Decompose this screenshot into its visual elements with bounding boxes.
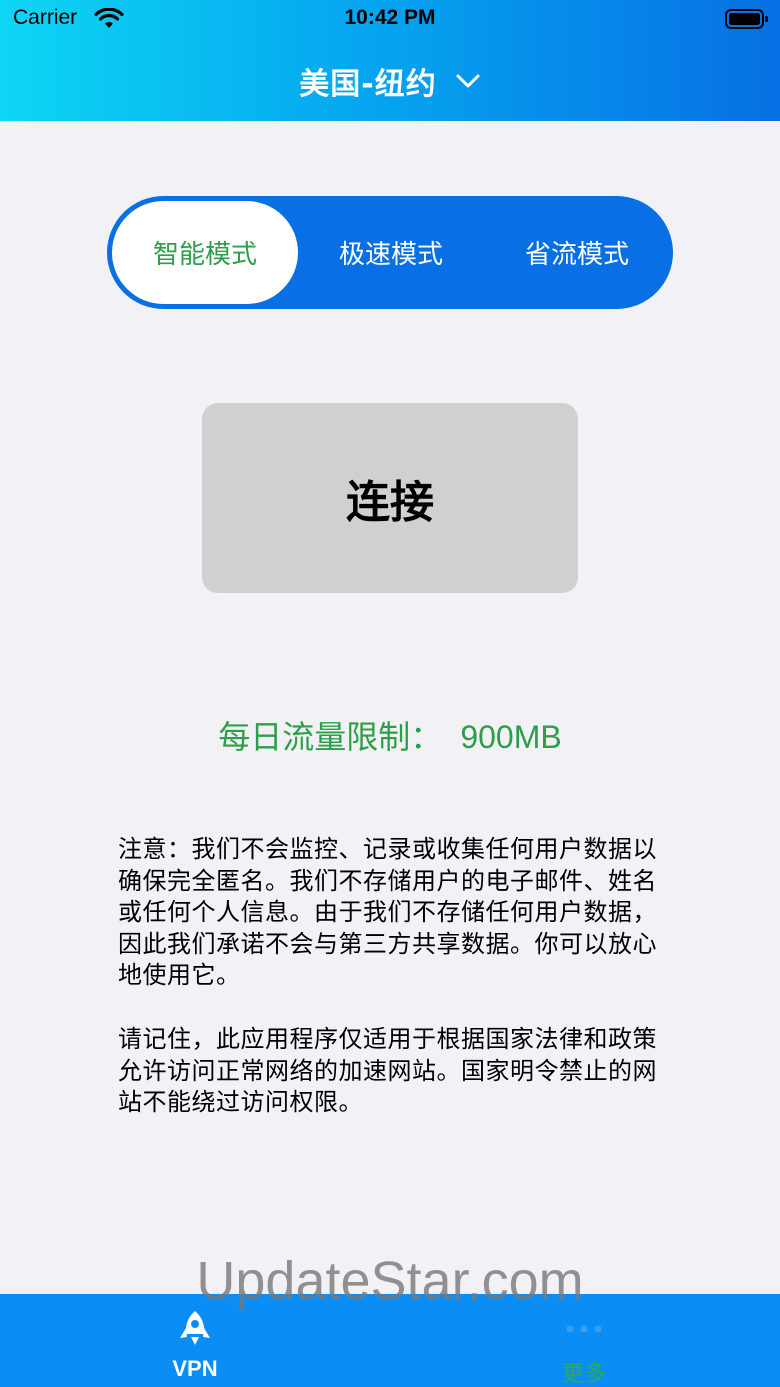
daily-traffic-limit: 每日流量限制： 900MB — [0, 712, 780, 758]
chevron-down-icon — [456, 74, 480, 88]
privacy-notice: 注意：我们不会监控、记录或收集任何用户数据以确保完全匿名。我们不存储用户的电子邮… — [118, 835, 657, 989]
mode-fast[interactable]: 极速模式 — [298, 196, 484, 309]
tab-vpn-label: VPN — [172, 1356, 218, 1381]
mode-segmented-control: 智能模式 极速模式 省流模式 — [107, 196, 673, 309]
mode-saver[interactable]: 省流模式 — [484, 196, 670, 309]
vpn-home-screen: Carrier 10:42 PM 美国-纽约 智能模式 极速模式 省流模式 连接 — [0, 0, 780, 1387]
location-title: 美国-纽约 — [299, 67, 437, 102]
clock: 10:42 PM — [344, 6, 436, 29]
location-selector[interactable]: 美国-纽约 — [0, 58, 780, 104]
status-bar: Carrier 10:42 PM — [0, 0, 780, 40]
limit-value: 900MB — [460, 719, 562, 755]
usage-notice: 请记住，此应用程序仅适用于根据国家法律和政策允许访问正常网络的加速网站。国家明令… — [118, 1025, 657, 1116]
watermark: UpdateStar.com — [196, 1251, 584, 1311]
connect-button[interactable]: 连接 — [202, 403, 578, 593]
battery-icon — [725, 9, 768, 29]
limit-label: 每日流量限制： — [218, 718, 443, 756]
more-dots-icon — [566, 1325, 602, 1333]
rocket-icon — [180, 1311, 210, 1345]
header-bar: Carrier 10:42 PM 美国-纽约 — [0, 0, 780, 121]
tab-more-label: 更多 — [561, 1362, 606, 1387]
mode-smart[interactable]: 智能模式 — [112, 201, 298, 304]
